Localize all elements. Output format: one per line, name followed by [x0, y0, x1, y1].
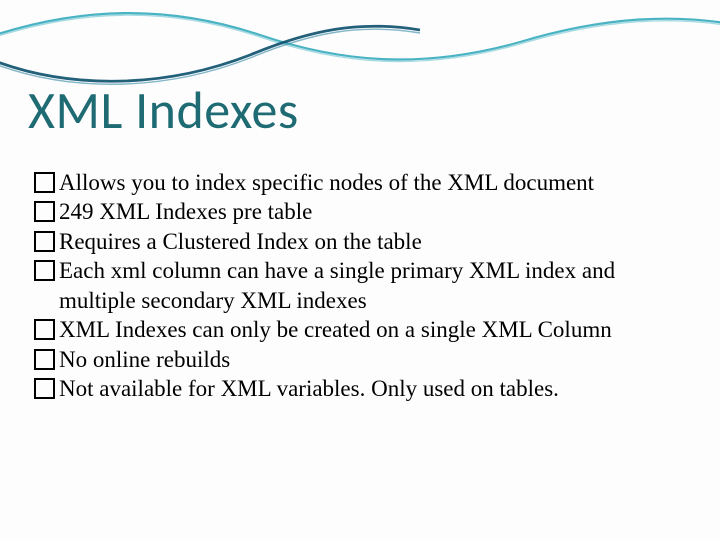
bullet-icon: [34, 260, 55, 281]
list-item: No online rebuilds: [34, 345, 686, 374]
bullet-icon: [34, 172, 55, 193]
list-item: Allows you to index specific nodes of th…: [34, 168, 686, 197]
bullet-text: Not available for XML variables. Only us…: [59, 374, 686, 403]
list-item: 249 XML Indexes pre table: [34, 197, 686, 226]
list-item: XML Indexes can only be created on a sin…: [34, 315, 686, 344]
list-item: Not available for XML variables. Only us…: [34, 374, 686, 403]
slide-title: XML Indexes: [28, 78, 299, 142]
list-item: Each xml column can have a single primar…: [34, 256, 686, 315]
bullet-icon: [34, 378, 55, 399]
bullet-text: Requires a Clustered Index on the table: [59, 227, 686, 256]
decorative-swoosh: [0, 0, 720, 90]
slide: XML Indexes Allows you to index specific…: [0, 0, 720, 540]
list-item: Requires a Clustered Index on the table: [34, 227, 686, 256]
bullet-icon: [34, 349, 55, 370]
bullet-text: Allows you to index specific nodes of th…: [59, 168, 686, 197]
slide-body: Allows you to index specific nodes of th…: [34, 168, 686, 404]
bullet-text: 249 XML Indexes pre table: [59, 197, 686, 226]
bullet-icon: [34, 319, 55, 340]
bullet-icon: [34, 201, 55, 222]
bullet-text: Each xml column can have a single primar…: [59, 256, 686, 315]
bullet-text: No online rebuilds: [59, 345, 686, 374]
bullet-text: XML Indexes can only be created on a sin…: [59, 315, 686, 344]
bullet-icon: [34, 231, 55, 252]
